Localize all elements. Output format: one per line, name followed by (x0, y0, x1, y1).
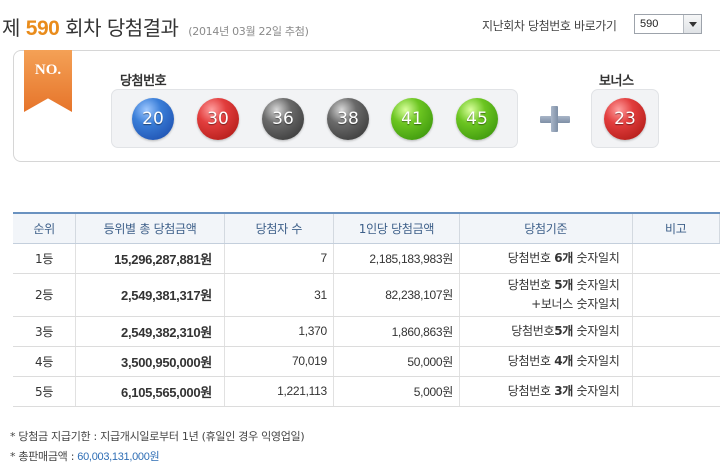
bonus-number-label: 보너스 (599, 74, 634, 89)
criteria-text: 숫자일치 (573, 277, 620, 292)
remarks-cell (632, 316, 720, 347)
criteria-cell: 당첨번호5개 숫자일치 (459, 316, 633, 347)
criteria-text: 당첨번호 (507, 250, 555, 265)
ball-6: 45 (456, 98, 498, 140)
winning-numbers-label: 당첨번호 (120, 74, 167, 89)
payout-period-note: * 당첨금 지급기한 : 지급개시일로부터 1년 (휴일인 경우 익영업일) (10, 430, 305, 443)
rank-cell: 3등 (13, 316, 77, 347)
col-header-rank: 순위 (13, 212, 77, 244)
table-row: 1등 15,296,287,881원 7 2,185,183,983원 당첨번호… (13, 243, 720, 274)
criteria-count: 5개 (554, 277, 574, 292)
round-select[interactable]: 590 (634, 14, 702, 34)
criteria-text: 숫자일치 (573, 250, 620, 265)
criteria-text: 당첨번호 (511, 323, 555, 338)
page-header: 제 590 회차 당첨결과 (2014년 03월 22일 추첨) 지난회차 당첨… (0, 0, 720, 44)
total-sales-value: 60,003,131,000원 (77, 451, 160, 463)
criteria-text: 숫자일치 (573, 383, 620, 398)
winners-cell: 31 (224, 273, 334, 317)
prize-results-table: 순위 등위별 총 당첨금액 당첨자 수 1인당 당첨금액 당첨기준 비고 1등 … (13, 212, 720, 407)
past-round-shortcut-label: 지난회차 당첨번호 바로가기 (482, 19, 617, 33)
title-prefix: 제 (2, 16, 20, 40)
total-prize-cell: 15,296,287,881원 (75, 243, 225, 274)
criteria-text: 당첨번호 (507, 383, 555, 398)
criteria-bonus-text: +보너스 숫자일치 (531, 296, 620, 311)
ribbon-label: NO. (34, 62, 62, 78)
ball-5: 41 (391, 98, 433, 140)
criteria-count: 5개 (554, 323, 574, 338)
criteria-count: 3개 (554, 383, 574, 398)
remarks-cell (632, 346, 720, 377)
per-person-cell: 82,238,107원 (333, 273, 461, 317)
table-row: 3등 2,549,382,310원 1,370 1,860,863원 당첨번호5… (13, 316, 720, 347)
round-number: 590 (25, 17, 60, 40)
ball-2: 30 (197, 98, 239, 140)
col-header-remarks: 비고 (632, 212, 720, 244)
winners-cell: 1,370 (224, 316, 334, 347)
total-prize-cell: 3,500,950,000원 (75, 346, 225, 377)
winning-balls-tray: 20 30 36 38 41 45 (111, 89, 518, 148)
rank-cell: 4등 (13, 346, 77, 377)
table-header-row: 순위 등위별 총 당첨금액 당첨자 수 1인당 당첨금액 당첨기준 비고 (13, 212, 720, 244)
per-person-cell: 1,860,863원 (333, 316, 461, 347)
criteria-text: 숫자일치 (573, 353, 620, 368)
col-header-winners: 당첨자 수 (224, 212, 334, 244)
per-person-cell: 5,000원 (333, 376, 461, 407)
table-row: 4등 3,500,950,000원 70,019 50,000원 당첨번호 4개… (13, 346, 720, 377)
ball-3: 36 (262, 98, 304, 140)
rank-cell: 5등 (13, 376, 77, 407)
criteria-cell: 당첨번호 6개 숫자일치 (459, 243, 633, 274)
ball-4: 38 (327, 98, 369, 140)
rank-cell: 1등 (13, 243, 77, 274)
bonus-ball: 23 (604, 98, 646, 140)
criteria-cell: 당첨번호 5개 숫자일치 +보너스 숫자일치 (459, 273, 633, 317)
criteria-count: 6개 (554, 250, 574, 265)
total-sales-note: * 총판매금액 : 60,003,131,000원 (10, 448, 160, 464)
round-select-value: 590 (640, 18, 659, 30)
ball-1: 20 (132, 98, 174, 140)
col-header-per-person: 1인당 당첨금액 (333, 212, 461, 244)
criteria-text: 당첨번호 (507, 277, 555, 292)
total-sales-label: * 총판매금액 : (10, 450, 78, 463)
col-header-total-prize: 등위별 총 당첨금액 (75, 212, 225, 244)
criteria-cell: 당첨번호 3개 숫자일치 (459, 376, 633, 407)
total-prize-cell: 6,105,565,000원 (75, 376, 225, 407)
remarks-cell (632, 273, 720, 317)
winners-cell: 70,019 (224, 346, 334, 377)
remarks-cell (632, 376, 720, 407)
page-title: 제 590 회차 당첨결과 (2014년 03월 22일 추첨) (2, 12, 309, 41)
per-person-cell: 50,000원 (333, 346, 461, 377)
winners-cell: 1,221,113 (224, 376, 334, 407)
remarks-cell (632, 243, 720, 274)
winners-cell: 7 (224, 243, 334, 274)
per-person-cell: 2,185,183,983원 (333, 243, 461, 274)
total-prize-cell: 2,549,382,310원 (75, 316, 225, 347)
criteria-text: 당첨번호 (507, 353, 555, 368)
criteria-count: 4개 (554, 353, 574, 368)
plus-icon (540, 106, 570, 132)
draw-date: (2014년 03월 22일 추첨) (188, 25, 309, 38)
criteria-text: 숫자일치 (573, 323, 620, 338)
table-row: 2등 2,549,381,317원 31 82,238,107원 당첨번호 5개… (13, 273, 720, 317)
total-prize-cell: 2,549,381,317원 (75, 273, 225, 317)
criteria-cell: 당첨번호 4개 숫자일치 (459, 346, 633, 377)
title-suffix: 회차 당첨결과 (65, 16, 179, 40)
rank-cell: 2등 (13, 273, 77, 317)
table-row: 5등 6,105,565,000원 1,221,113 5,000원 당첨번호 … (13, 376, 720, 407)
chevron-down-icon[interactable] (683, 15, 701, 33)
bonus-ball-tray: 23 (591, 89, 659, 148)
col-header-criteria: 당첨기준 (459, 212, 633, 244)
